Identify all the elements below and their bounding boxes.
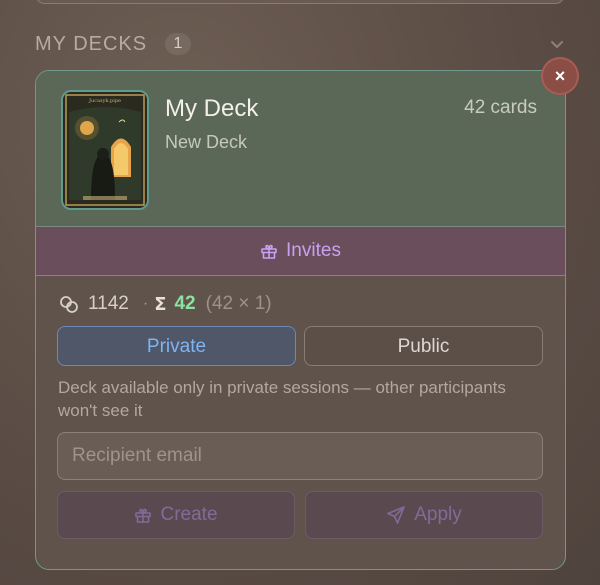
- deck-card-header: Jucasyk.pipe My Deck New Deck 42 cards: [36, 71, 565, 226]
- users-icon: [58, 294, 80, 314]
- visibility-private-button[interactable]: Private: [57, 326, 296, 366]
- deck-card-count: 42 cards: [464, 97, 537, 118]
- deck-title: My Deck: [165, 95, 259, 122]
- previous-section-field: [35, 0, 565, 4]
- gift-icon: [134, 506, 152, 524]
- deck-subtitle: New Deck: [165, 132, 248, 152]
- gift-icon: [260, 242, 278, 260]
- invites-label: Invites: [286, 240, 341, 261]
- send-icon: [386, 505, 406, 525]
- deck-thumbnail[interactable]: Jucasyk.pipe: [61, 90, 149, 210]
- close-icon[interactable]: ×: [541, 57, 579, 95]
- stats-separator: ·: [142, 295, 149, 312]
- deck-cover-art: Jucasyk.pipe: [63, 92, 147, 208]
- my-decks-header[interactable]: MY DECKS 1: [35, 31, 565, 57]
- total-count: 42: [174, 293, 196, 314]
- apply-label: Apply: [414, 504, 462, 525]
- deck-card[interactable]: Jucasyk.pipe My Deck New Deck 42 cards I…: [35, 70, 566, 570]
- thumbnail-caption: Jucasyk.pipe: [88, 98, 121, 104]
- deck-count-badge: 1: [165, 33, 191, 55]
- users-count: 1142: [88, 293, 129, 314]
- section-title: MY DECKS: [35, 33, 148, 55]
- invites-button[interactable]: Invites: [36, 226, 565, 276]
- total-detail: (42 × 1): [205, 293, 272, 314]
- sigma-icon: Σ: [154, 293, 167, 315]
- create-label: Create: [160, 504, 218, 525]
- create-button[interactable]: Create: [57, 491, 295, 539]
- visibility-public-button[interactable]: Public: [304, 326, 543, 366]
- deck-stats: 1142 · Σ 42 (42 × 1): [58, 292, 272, 316]
- recipient-email-input[interactable]: [57, 432, 543, 480]
- visibility-description: Deck available only in private sessions …: [58, 378, 506, 420]
- apply-button[interactable]: Apply: [305, 491, 543, 539]
- chevron-down-icon[interactable]: [546, 33, 568, 55]
